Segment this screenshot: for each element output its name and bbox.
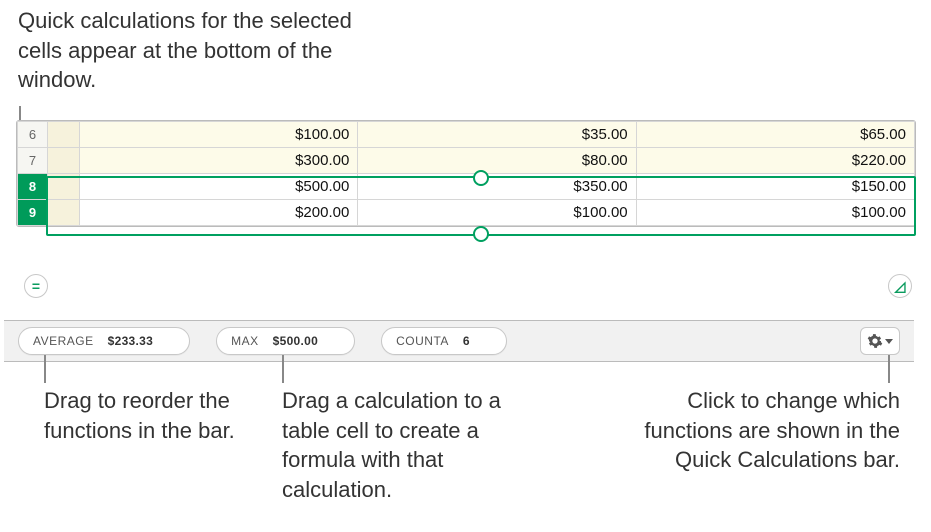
cell[interactable]: $200.00 bbox=[80, 200, 358, 226]
cell[interactable]: $65.00 bbox=[636, 122, 914, 148]
table[interactable]: 6$100.00$35.00$65.007$300.00$80.00$220.0… bbox=[17, 121, 915, 226]
cell[interactable]: $100.00 bbox=[636, 200, 914, 226]
cell[interactable]: $100.00 bbox=[80, 122, 358, 148]
cell[interactable]: $300.00 bbox=[80, 148, 358, 174]
calc-fn-label: COUNTA bbox=[396, 334, 449, 348]
calc-fn-value: 6 bbox=[463, 334, 470, 348]
calc-fn-value: $500.00 bbox=[273, 334, 318, 348]
table-row[interactable]: 9$200.00$100.00$100.00 bbox=[18, 200, 915, 226]
cell[interactable]: $500.00 bbox=[80, 174, 358, 200]
cell[interactable]: $150.00 bbox=[636, 174, 914, 200]
row-stub[interactable] bbox=[48, 148, 80, 174]
cell[interactable]: $80.00 bbox=[358, 148, 636, 174]
table-row[interactable]: 8 $500.00$350.00$150.00 bbox=[18, 174, 915, 200]
callout-bottom-mid: Drag a calculation to a table cell to cr… bbox=[282, 386, 532, 505]
lead-bl bbox=[44, 355, 46, 383]
row-stub[interactable] bbox=[48, 174, 80, 200]
row-stub[interactable] bbox=[48, 200, 80, 226]
add-row-button[interactable]: = bbox=[24, 274, 48, 298]
equals-icon: = bbox=[32, 278, 40, 294]
lead-br bbox=[888, 355, 890, 383]
calc-settings-button[interactable] bbox=[860, 327, 900, 355]
calc-fn-label: MAX bbox=[231, 334, 259, 348]
calc-pill-average[interactable]: AVERAGE $233.33 bbox=[18, 327, 190, 355]
calc-pill-counta[interactable]: COUNTA 6 bbox=[381, 327, 507, 355]
row-number[interactable]: 6 bbox=[18, 122, 48, 148]
quick-calculations-bar: AVERAGE $233.33 MAX $500.00 COUNTA 6 bbox=[4, 320, 914, 362]
callout-bottom-left: Drag to reorder the functions in the bar… bbox=[44, 386, 244, 445]
cell[interactable]: $35.00 bbox=[358, 122, 636, 148]
gear-icon bbox=[867, 333, 883, 349]
row-stub[interactable] bbox=[48, 122, 80, 148]
corner-handle[interactable]: ◿ bbox=[888, 274, 912, 298]
calc-pill-max[interactable]: MAX $500.00 bbox=[216, 327, 355, 355]
calc-fn-label: AVERAGE bbox=[33, 334, 94, 348]
chevron-down-icon bbox=[885, 339, 893, 344]
callout-top: Quick calculations for the selected cell… bbox=[18, 6, 378, 95]
row-number[interactable]: 9 bbox=[18, 200, 48, 226]
callout-bottom-right: Click to change which functions are show… bbox=[640, 386, 900, 475]
table-row[interactable]: 6 $100.00$35.00$65.00 bbox=[18, 122, 915, 148]
cell[interactable]: $100.00 bbox=[358, 200, 636, 226]
selection-handle-bottom[interactable] bbox=[473, 226, 489, 242]
row-number[interactable]: 7 bbox=[18, 148, 48, 174]
spreadsheet[interactable]: 6$100.00$35.00$65.007$300.00$80.00$220.0… bbox=[16, 120, 916, 227]
cell[interactable]: $350.00 bbox=[358, 174, 636, 200]
lead-bm bbox=[282, 355, 284, 383]
calc-fn-value: $233.33 bbox=[108, 334, 153, 348]
row-number[interactable]: 8 bbox=[18, 174, 48, 200]
table-row[interactable]: 7 $300.00$80.00$220.00 bbox=[18, 148, 915, 174]
cell[interactable]: $220.00 bbox=[636, 148, 914, 174]
corner-icon: ◿ bbox=[895, 278, 906, 295]
